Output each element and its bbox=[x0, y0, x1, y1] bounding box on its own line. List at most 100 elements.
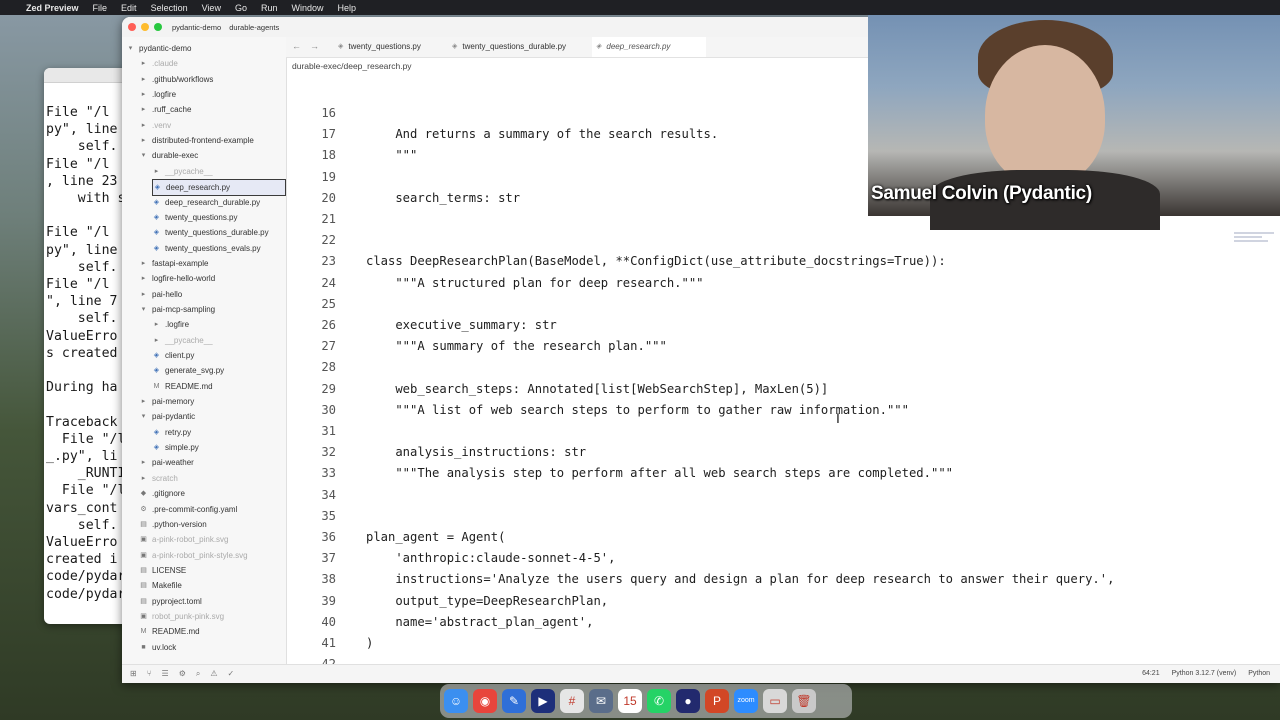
project-name[interactable]: pydantic-demo bbox=[172, 23, 221, 32]
code-line[interactable]: 23 class DeepResearchPlan(BaseModel, **Co… bbox=[286, 251, 1280, 272]
interpreter-selector[interactable]: Python 3.12.7 (venv) bbox=[1172, 670, 1237, 677]
tab-twenty-questions[interactable]: ◈ twenty_questions.py bbox=[334, 37, 448, 57]
sidebar-item[interactable]: ▤ Makefile bbox=[139, 578, 182, 593]
menu-file[interactable]: File bbox=[93, 3, 108, 13]
code-line[interactable]: 34 bbox=[286, 485, 1280, 506]
sidebar-item[interactable]: ◈ simple.py bbox=[152, 440, 199, 455]
code-line[interactable]: 41) bbox=[286, 633, 1280, 654]
forward-arrow-icon[interactable]: → bbox=[310, 41, 319, 51]
sidebar-item[interactable]: ▸ pai-memory bbox=[139, 394, 195, 409]
sidebar-item[interactable]: ▣ a-pink-robot_pink-style.svg bbox=[139, 548, 247, 563]
code-line[interactable]: 26 executive_summary: str bbox=[286, 315, 1280, 336]
whatsapp-icon[interactable]: ✆ bbox=[647, 689, 671, 713]
sidebar-item[interactable]: ◈ twenty_questions_evals.py bbox=[152, 241, 261, 256]
terminal-icon[interactable]: ▶ bbox=[531, 689, 555, 713]
list-icon[interactable]: ☰ bbox=[162, 669, 169, 679]
sidebar-item[interactable]: ▸ .github/workflows bbox=[139, 72, 214, 87]
app-icon[interactable]: ● bbox=[676, 689, 700, 713]
minimize-window-button[interactable] bbox=[141, 23, 149, 31]
code-line[interactable]: 37 'anthropic:claude-sonnet-4-5', bbox=[286, 548, 1280, 569]
menu-view[interactable]: View bbox=[202, 3, 221, 13]
code-line[interactable]: 35 bbox=[286, 506, 1280, 527]
code-line[interactable]: 27 """A summary of the research plan.""" bbox=[286, 336, 1280, 357]
menu-app-name[interactable]: Zed Preview bbox=[26, 3, 79, 13]
sidebar-item[interactable]: ▸ fastapi-example bbox=[139, 256, 209, 271]
menu-selection[interactable]: Selection bbox=[151, 3, 188, 13]
sidebar-item[interactable]: ◈ twenty_questions.py bbox=[152, 210, 238, 225]
zoom-icon[interactable]: zoom bbox=[734, 689, 758, 713]
code-line[interactable]: 39 output_type=DeepResearchPlan, bbox=[286, 591, 1280, 612]
sidebar-item[interactable]: M README.md bbox=[139, 624, 200, 639]
menu-run[interactable]: Run bbox=[261, 3, 278, 13]
code-line[interactable]: 33 """The analysis step to perform after… bbox=[286, 463, 1280, 484]
code-line[interactable]: 28 bbox=[286, 357, 1280, 378]
diagnostics-icon[interactable]: ⚠ bbox=[210, 669, 217, 679]
close-window-button[interactable] bbox=[128, 23, 136, 31]
mail-icon[interactable]: ✉ bbox=[589, 689, 613, 713]
sidebar-item[interactable]: ▸ pai-weather bbox=[139, 455, 194, 470]
code-line[interactable]: 31 bbox=[286, 421, 1280, 442]
sidebar-item[interactable]: ◆ .gitignore bbox=[139, 486, 185, 501]
git-branch-icon[interactable]: ⑂ bbox=[147, 669, 152, 679]
extensions-icon[interactable]: ⚙ bbox=[179, 669, 186, 679]
search-icon[interactable]: ⌕ bbox=[196, 669, 200, 679]
menu-edit[interactable]: Edit bbox=[121, 3, 137, 13]
sidebar-item[interactable]: ▸ .claude bbox=[139, 56, 178, 71]
sidebar-item[interactable]: ▸ pai-hello bbox=[139, 287, 183, 302]
code-line[interactable]: 24 """A structured plan for deep researc… bbox=[286, 273, 1280, 294]
code-line[interactable]: 29 web_search_steps: Annotated[list[WebS… bbox=[286, 379, 1280, 400]
terminal-window[interactable]: File "/l py", line self. File "/l , line… bbox=[44, 68, 134, 624]
screen-icon[interactable]: ▭ bbox=[763, 689, 787, 713]
sidebar-item[interactable]: ◈ client.py bbox=[152, 348, 195, 363]
sidebar-item[interactable]: ▸ scratch bbox=[139, 471, 178, 486]
tab-deep-research[interactable]: ◈ deep_research.py bbox=[592, 37, 706, 57]
sidebar-item[interactable]: ▣ a-pink-robot_pink.svg bbox=[139, 532, 228, 547]
sidebar-item[interactable]: ▾ pydantic-demo bbox=[126, 41, 192, 56]
sidebar-item[interactable]: M README.md bbox=[152, 379, 213, 394]
code-line[interactable]: 25 bbox=[286, 294, 1280, 315]
code-line[interactable]: 42 bbox=[286, 654, 1280, 664]
sidebar-item[interactable]: ▤ .python-version bbox=[139, 517, 207, 532]
menu-help[interactable]: Help bbox=[338, 3, 357, 13]
branch-name[interactable]: durable-agents bbox=[229, 23, 279, 32]
chrome-icon[interactable]: ◉ bbox=[473, 689, 497, 713]
finder-icon[interactable]: ☺ bbox=[444, 689, 468, 713]
sidebar-item[interactable]: ◈ retry.py bbox=[152, 425, 191, 440]
menu-go[interactable]: Go bbox=[235, 3, 247, 13]
code-line[interactable]: 38 instructions='Analyze the users query… bbox=[286, 569, 1280, 590]
sidebar-item[interactable]: ▸ .ruff_cache bbox=[139, 102, 192, 117]
slack-icon[interactable]: # bbox=[560, 689, 584, 713]
code-line[interactable]: 30 """A list of web search steps to perf… bbox=[286, 400, 1280, 421]
calendar-icon[interactable]: 15 bbox=[618, 689, 642, 713]
sidebar-item[interactable]: ▸ .logfire bbox=[139, 87, 176, 102]
menu-window[interactable]: Window bbox=[291, 3, 323, 13]
sidebar-item[interactable]: ◈ deep_research_durable.py bbox=[152, 195, 260, 210]
sidebar-item[interactable]: ■ uv.lock bbox=[139, 640, 176, 655]
sidebar-item[interactable]: ▤ pyproject.toml bbox=[139, 594, 202, 609]
check-icon[interactable]: ✓ bbox=[228, 669, 235, 679]
code-line[interactable]: 36 plan_agent = Agent( bbox=[286, 527, 1280, 548]
sidebar-item[interactable]: ◈ generate_svg.py bbox=[152, 363, 224, 378]
trash-icon[interactable]: 🗑 bbox=[792, 689, 816, 713]
sidebar-item[interactable]: ▸ .venv bbox=[139, 118, 171, 133]
sidebar-item[interactable]: ▸ .logfire bbox=[152, 317, 189, 332]
sidebar-item[interactable]: ▾ durable-exec bbox=[139, 148, 199, 163]
sidebar-item[interactable]: ▾ pai-mcp-sampling bbox=[139, 302, 215, 317]
powerpoint-icon[interactable]: P bbox=[705, 689, 729, 713]
code-line[interactable]: 40 name='abstract_plan_agent', bbox=[286, 612, 1280, 633]
sidebar-toggle-icon[interactable]: ⊞ bbox=[130, 669, 137, 679]
sidebar-item[interactable]: ▣ robot_punk-pink.svg bbox=[139, 609, 224, 624]
sidebar-item[interactable]: ▤ LICENSE bbox=[139, 563, 186, 578]
sidebar-item[interactable]: ▸ __pycache__ bbox=[152, 164, 213, 179]
editor-icon[interactable]: ✎ bbox=[502, 689, 526, 713]
zoom-window-button[interactable] bbox=[154, 23, 162, 31]
breadcrumb[interactable]: durable-exec/deep_research.py bbox=[292, 61, 412, 71]
language-selector[interactable]: Python bbox=[1248, 670, 1270, 677]
code-line[interactable]: 22 bbox=[286, 230, 1280, 251]
code-line[interactable]: 32 analysis_instructions: str bbox=[286, 442, 1280, 463]
sidebar-item[interactable]: ◈ twenty_questions_durable.py bbox=[152, 225, 269, 240]
sidebar-item[interactable]: ▾ pai-pydantic bbox=[139, 409, 195, 424]
tab-twenty-questions-durable[interactable]: ◈ twenty_questions_durable.py bbox=[448, 37, 592, 57]
back-arrow-icon[interactable]: ← bbox=[292, 41, 301, 51]
sidebar-item[interactable]: ▸ __pycache__ bbox=[152, 333, 213, 348]
